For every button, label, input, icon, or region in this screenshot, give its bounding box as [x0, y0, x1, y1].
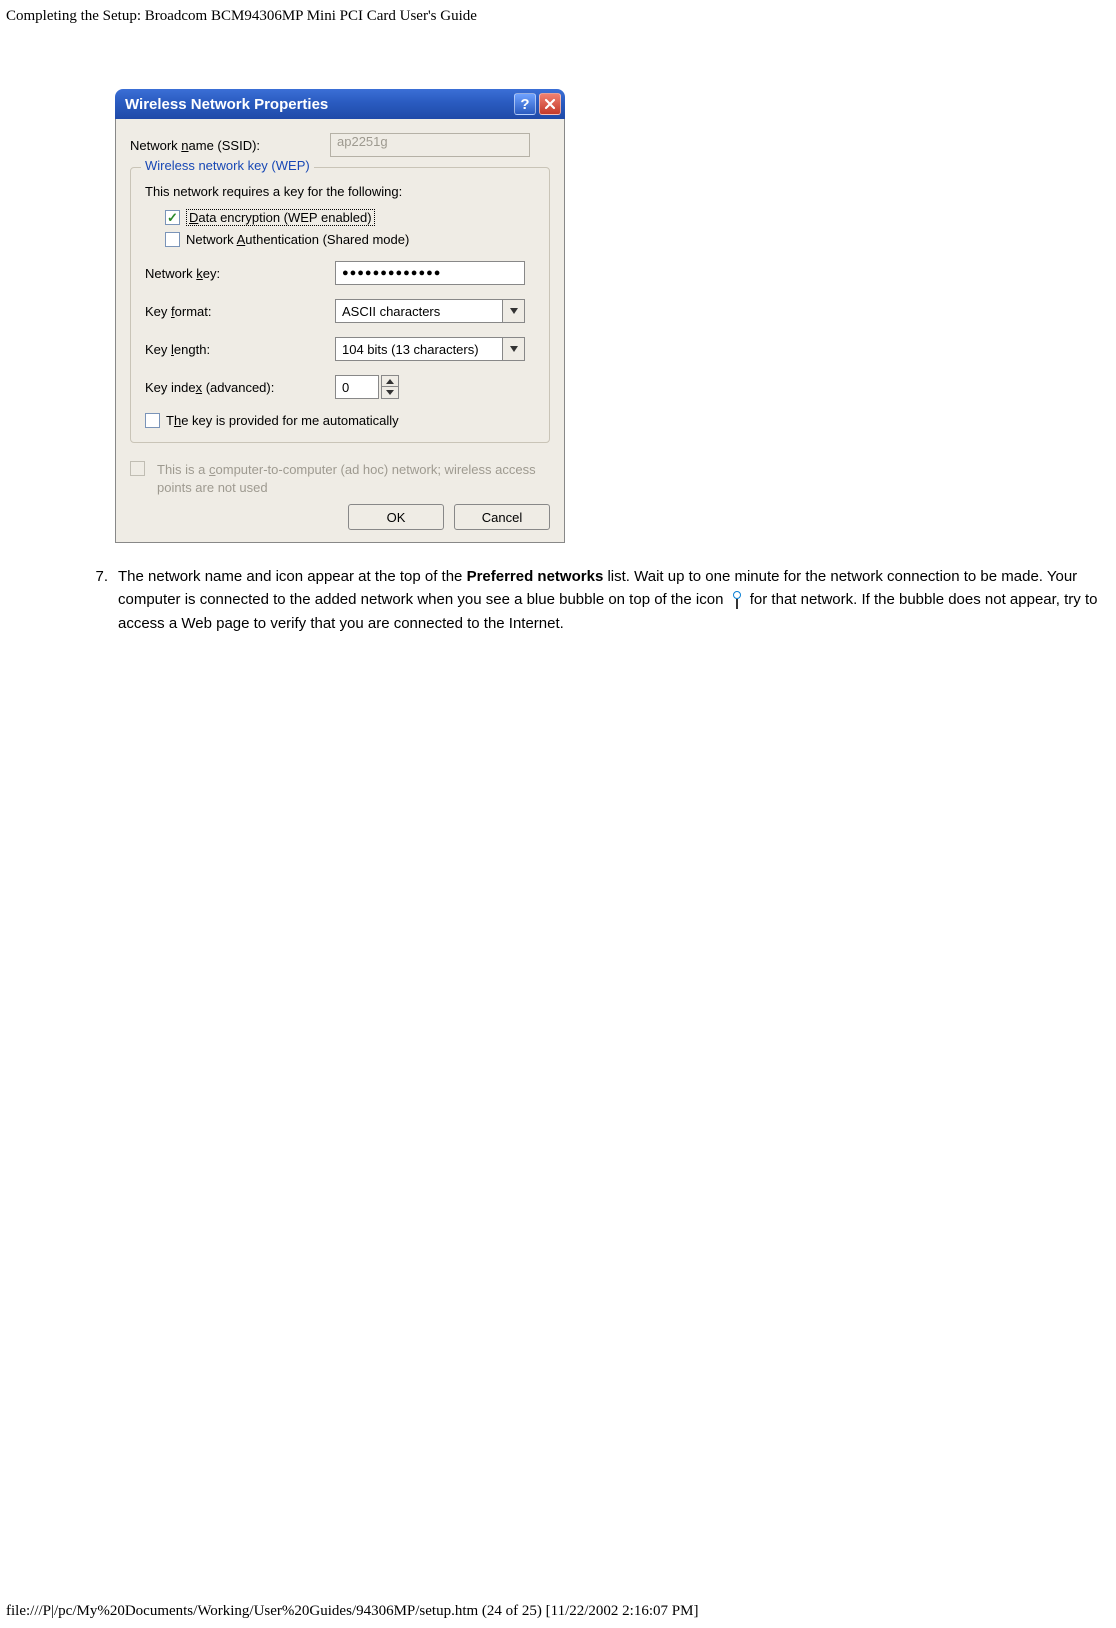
auto-key-label: The key is provided for me automatically [166, 413, 399, 428]
step-number: 7. [82, 565, 108, 635]
page-footer: file:///P|/pc/My%20Documents/Working/Use… [6, 1603, 698, 1620]
wep-groupbox: Wireless network key (WEP) This network … [130, 167, 550, 443]
key-format-value: ASCII characters [335, 299, 503, 323]
step-text: The network name and icon appear at the … [118, 565, 1102, 635]
network-auth-checkbox[interactable] [165, 232, 180, 247]
arrow-up-icon [386, 379, 394, 384]
data-encryption-label: Data encryption (WEP enabled) [186, 209, 375, 226]
key-index-label: Key index (advanced): [145, 380, 335, 395]
wireless-connected-icon [730, 591, 744, 609]
key-length-label: Key length: [145, 342, 335, 357]
dialog-titlebar: Wireless Network Properties ? [115, 89, 565, 119]
close-button[interactable] [539, 93, 561, 115]
dialog-screenshot: Wireless Network Properties ? Network na… [115, 89, 565, 543]
key-length-value: 104 bits (13 characters) [335, 337, 503, 361]
chevron-down-icon [510, 308, 518, 314]
dialog-title: Wireless Network Properties [125, 96, 511, 113]
close-icon [544, 98, 556, 110]
key-format-label: Key format: [145, 304, 335, 319]
ssid-label: Network name (SSID): [130, 138, 330, 153]
spinner-down-button[interactable] [381, 387, 399, 399]
key-index-spinner[interactable]: 0 [335, 375, 399, 399]
adhoc-checkbox [130, 461, 145, 476]
wep-group-desc: This network requires a key for the foll… [145, 184, 537, 199]
chevron-down-icon [510, 346, 518, 352]
wep-group-legend: Wireless network key (WEP) [141, 158, 314, 173]
key-length-dropdown-button[interactable] [503, 337, 525, 361]
page-header: Completing the Setup: Broadcom BCM94306M… [0, 0, 1116, 25]
key-length-combo[interactable]: 104 bits (13 characters) [335, 337, 525, 361]
ok-button[interactable]: OK [348, 504, 444, 530]
network-key-input[interactable]: ●●●●●●●●●●●●● [335, 261, 525, 285]
key-index-value[interactable]: 0 [335, 375, 379, 399]
dialog-body: Network name (SSID): ap2251g Wireless ne… [115, 119, 565, 543]
help-button[interactable]: ? [514, 93, 536, 115]
data-encryption-checkbox[interactable]: ✓ [165, 210, 180, 225]
adhoc-label: This is a computer-to-computer (ad hoc) … [157, 461, 537, 496]
ssid-input[interactable]: ap2251g [330, 133, 530, 157]
network-key-label: Network key: [145, 266, 335, 281]
key-format-combo[interactable]: ASCII characters [335, 299, 525, 323]
arrow-down-icon [386, 390, 394, 395]
step-7: 7. The network name and icon appear at t… [82, 565, 1102, 635]
network-auth-label: Network Authentication (Shared mode) [186, 232, 409, 247]
spinner-up-button[interactable] [381, 375, 399, 387]
auto-key-checkbox[interactable] [145, 413, 160, 428]
key-format-dropdown-button[interactable] [503, 299, 525, 323]
cancel-button[interactable]: Cancel [454, 504, 550, 530]
